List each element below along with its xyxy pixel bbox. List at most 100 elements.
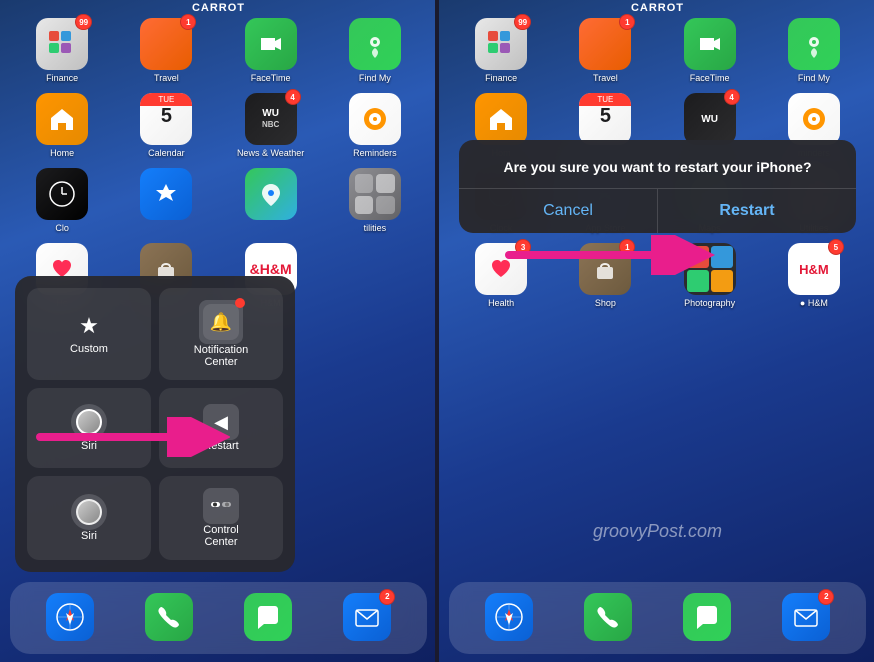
hm-r-label: ● H&M	[800, 298, 828, 308]
list-item[interactable]: Find My	[778, 18, 850, 83]
home-icon[interactable]	[36, 93, 88, 145]
list-item[interactable]	[130, 168, 202, 233]
utilities-icon[interactable]	[349, 168, 401, 220]
list-item[interactable]: Reminders	[339, 93, 411, 158]
left-arrow	[30, 417, 230, 457]
mail-dock-icon[interactable]: 2	[343, 593, 391, 641]
context-menu-control-center[interactable]: ControlCenter	[159, 476, 283, 560]
restart-button[interactable]: Restart	[658, 189, 836, 233]
cancel-button[interactable]: Cancel	[479, 189, 658, 233]
travel-r-label: Travel	[593, 73, 618, 83]
list-item[interactable]	[232, 593, 304, 644]
watermark: groovyPost.com	[439, 521, 874, 542]
list-item[interactable]: FaceTime	[674, 18, 746, 83]
list-item[interactable]: 5 H&M ● H&M	[778, 243, 850, 308]
list-item[interactable]	[473, 593, 545, 644]
list-item	[339, 243, 411, 308]
clock-icon[interactable]	[36, 168, 88, 220]
shop-r-label: Shop	[595, 298, 616, 308]
facetime-r-label: FaceTime	[690, 73, 730, 83]
list-item[interactable]: Home	[26, 93, 98, 158]
left-carrier: CARROT	[192, 0, 245, 14]
home-r-icon[interactable]	[475, 93, 527, 145]
calendar-icon[interactable]: TUE 5	[140, 93, 192, 145]
list-item[interactable]: Clo	[26, 168, 98, 233]
context-menu-grid2: Siri ControlCenter	[27, 476, 283, 560]
finance-r-icon[interactable]: 99	[475, 18, 527, 70]
list-item[interactable]: 2	[770, 593, 842, 644]
panel-divider	[435, 0, 439, 662]
appstore-icon[interactable]	[140, 168, 192, 220]
right-arrow	[499, 235, 719, 275]
findmy-r-label: Find My	[798, 73, 830, 83]
messages-r-dock-icon[interactable]	[683, 593, 731, 641]
restart-dialog: Are you sure you want to restart your iP…	[459, 140, 856, 233]
right-carrier: CARROT	[631, 0, 684, 14]
left-dock: 2	[10, 582, 427, 654]
travel-badge: 1	[180, 14, 196, 30]
list-item[interactable]	[34, 593, 106, 644]
health-r-label: Health	[488, 298, 514, 308]
list-item[interactable]: 99 Finance	[26, 18, 98, 83]
facetime-icon[interactable]	[245, 18, 297, 70]
app-row-3: Clo	[10, 168, 427, 233]
news-r-icon[interactable]: 4 WU	[684, 93, 736, 145]
custom-label: Custom	[37, 343, 141, 355]
calendar-r-icon[interactable]: TUE 5	[579, 93, 631, 145]
maps-icon[interactable]	[245, 168, 297, 220]
facetime-r-icon[interactable]	[684, 18, 736, 70]
list-item[interactable]	[133, 593, 205, 644]
news-badge: 4	[285, 89, 301, 105]
reminders-icon[interactable]	[349, 93, 401, 145]
notification-icon: 🔔	[199, 300, 243, 344]
finance-badge: 99	[75, 14, 92, 30]
app-row-2: Home TUE 5 Calendar 4 WUNBC News & Weath…	[10, 93, 427, 158]
travel-label: Travel	[154, 73, 179, 83]
mail-badge: 2	[379, 589, 395, 605]
travel-icon[interactable]: 1	[140, 18, 192, 70]
findmy-label: Find My	[359, 73, 391, 83]
left-app-grid: 99 Finance 1 Travel FaceTime	[0, 18, 437, 318]
list-item[interactable]	[235, 168, 307, 233]
news-icon[interactable]: 4 WUNBC	[245, 93, 297, 145]
calendar-label: Calendar	[148, 148, 185, 158]
reminders-r-icon[interactable]	[788, 93, 840, 145]
safari-r-dock-icon[interactable]	[485, 593, 533, 641]
list-item[interactable]: 99 Finance	[465, 18, 537, 83]
messages-dock-icon[interactable]	[244, 593, 292, 641]
control-center-label: ControlCenter	[203, 524, 238, 548]
list-item[interactable]	[572, 593, 644, 644]
dialog-buttons: Cancel Restart	[479, 189, 836, 233]
list-item[interactable]: 2	[331, 593, 403, 644]
list-item[interactable]: 4 WUNBC News & Weather	[235, 93, 307, 158]
left-phone-panel: CARROT 99 Finance 1 Travel F	[0, 0, 437, 662]
safari-dock-icon[interactable]	[46, 593, 94, 641]
phone-dock-icon[interactable]	[145, 593, 193, 641]
list-item[interactable]: TUE 5 Calendar	[130, 93, 202, 158]
mail-r-dock-icon[interactable]: 2	[782, 593, 830, 641]
utilities-label: tilities	[364, 223, 387, 233]
siri2-icon	[71, 494, 107, 530]
app-row-r1: 99 Finance 1 Travel FaceTime	[449, 18, 866, 83]
home-label: Home	[50, 148, 74, 158]
context-menu-custom[interactable]: ★ Custom	[27, 288, 151, 380]
travel-r-icon[interactable]: 1	[579, 18, 631, 70]
finance-icon[interactable]: 99	[36, 18, 88, 70]
list-item[interactable]: Find My	[339, 18, 411, 83]
phone-r-dock-icon[interactable]	[584, 593, 632, 641]
right-dock: 2	[449, 582, 866, 654]
findmy-r-icon[interactable]	[788, 18, 840, 70]
context-menu-notification[interactable]: 🔔 NotificationCenter	[159, 288, 283, 380]
findmy-icon[interactable]	[349, 18, 401, 70]
list-item[interactable]: 1 Travel	[130, 18, 202, 83]
list-item[interactable]	[671, 593, 743, 644]
list-item[interactable]: tilities	[339, 168, 411, 233]
list-item[interactable]: 1 Travel	[569, 18, 641, 83]
notification-label: NotificationCenter	[194, 344, 248, 368]
context-menu-siri2[interactable]: Siri	[27, 476, 151, 560]
news-label: News & Weather	[237, 148, 304, 158]
hm-r-icon[interactable]: 5 H&M	[788, 243, 840, 295]
list-item[interactable]: FaceTime	[235, 18, 307, 83]
right-phone-panel: CARROT 99 Finance 1 Travel FaceTi	[439, 0, 874, 662]
finance-label: Finance	[46, 73, 78, 83]
